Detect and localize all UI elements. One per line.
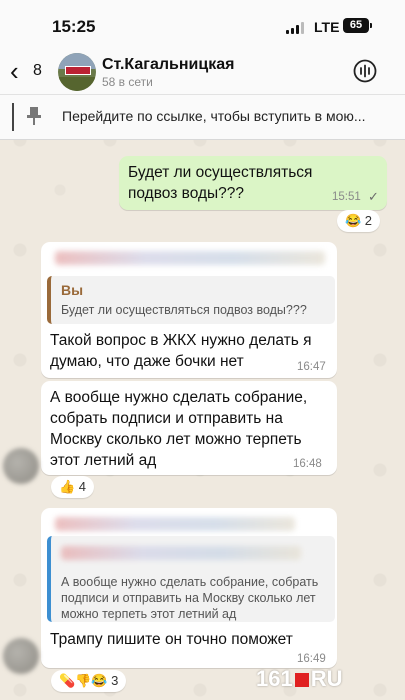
quote-text: А вообще нужно сделать собрание, собрать… [61, 575, 319, 621]
sender-avatar-blurred [3, 448, 39, 484]
outgoing-message[interactable]: Будет ли осуществляться подвоз воды??? 1… [119, 156, 387, 210]
incoming-message[interactable]: А вообще нужно сделать собрание, собрать… [41, 508, 337, 668]
chat-title[interactable]: Ст.Кагальницкая [102, 56, 234, 74]
unread-count[interactable]: 8 [33, 62, 42, 80]
sender-avatar-blurred [3, 638, 39, 674]
quote-sender: Вы [61, 282, 84, 298]
incoming-message[interactable]: Вы Будет ли осуществляться подвоз воды??… [41, 242, 337, 378]
message-time: 16:48 [293, 458, 322, 470]
message-text: Будет ли осуществляться подвоз воды??? [128, 164, 313, 202]
reply-quote[interactable]: Вы Будет ли осуществляться подвоз воды??… [47, 276, 335, 324]
battery-tip [370, 23, 372, 28]
quote-text: Будет ли осуществляться подвоз воды??? [61, 303, 307, 317]
message-time: 16:49 [297, 653, 326, 665]
message-time: 16:47 [297, 361, 326, 373]
signal-icon [286, 22, 306, 34]
message-text: Трампу пишите он точно поможет [50, 631, 293, 648]
avatar[interactable] [58, 53, 96, 91]
message-reaction[interactable]: 😂 2 [337, 210, 381, 232]
read-check-icon: ✓ [368, 189, 379, 204]
message-reaction[interactable]: 💊👎😂 3 [51, 670, 127, 692]
pinned-message-bar[interactable]: Перейдите по ссылке, чтобы вступить в мо… [0, 94, 405, 140]
message-text: А вообще нужно сделать собрание, собрать… [50, 389, 308, 469]
status-bar: 15:25 LTE 65 [0, 0, 405, 50]
message-text: Такой вопрос в ЖКХ нужно делать я думаю,… [50, 332, 312, 370]
pinned-indicator [12, 103, 14, 131]
sender-name-blurred [55, 517, 295, 531]
watermark-logo: 161 RU [256, 666, 343, 691]
quote-sender-blurred [61, 546, 301, 560]
network-label: LTE [314, 19, 340, 35]
pinned-text: Перейдите по ссылке, чтобы вступить в мо… [62, 108, 366, 124]
chat-header: ‹ 8 Ст.Кагальницкая 58 в сети [0, 50, 405, 94]
sender-name-blurred [55, 251, 325, 265]
voice-chat-icon[interactable] [352, 58, 378, 84]
reply-quote[interactable]: А вообще нужно сделать собрание, собрать… [47, 536, 335, 622]
message-time: 15:51 [332, 191, 361, 203]
chat-subtitle: 58 в сети [102, 75, 153, 89]
status-time: 15:25 [52, 17, 96, 36]
chevron-left-icon[interactable]: ‹ [10, 58, 19, 84]
incoming-message[interactable]: А вообще нужно сделать собрание, собрать… [41, 381, 337, 475]
message-reaction[interactable]: 👍 4 [51, 476, 95, 498]
pin-icon [27, 107, 41, 125]
battery-icon: 65 [343, 18, 369, 33]
